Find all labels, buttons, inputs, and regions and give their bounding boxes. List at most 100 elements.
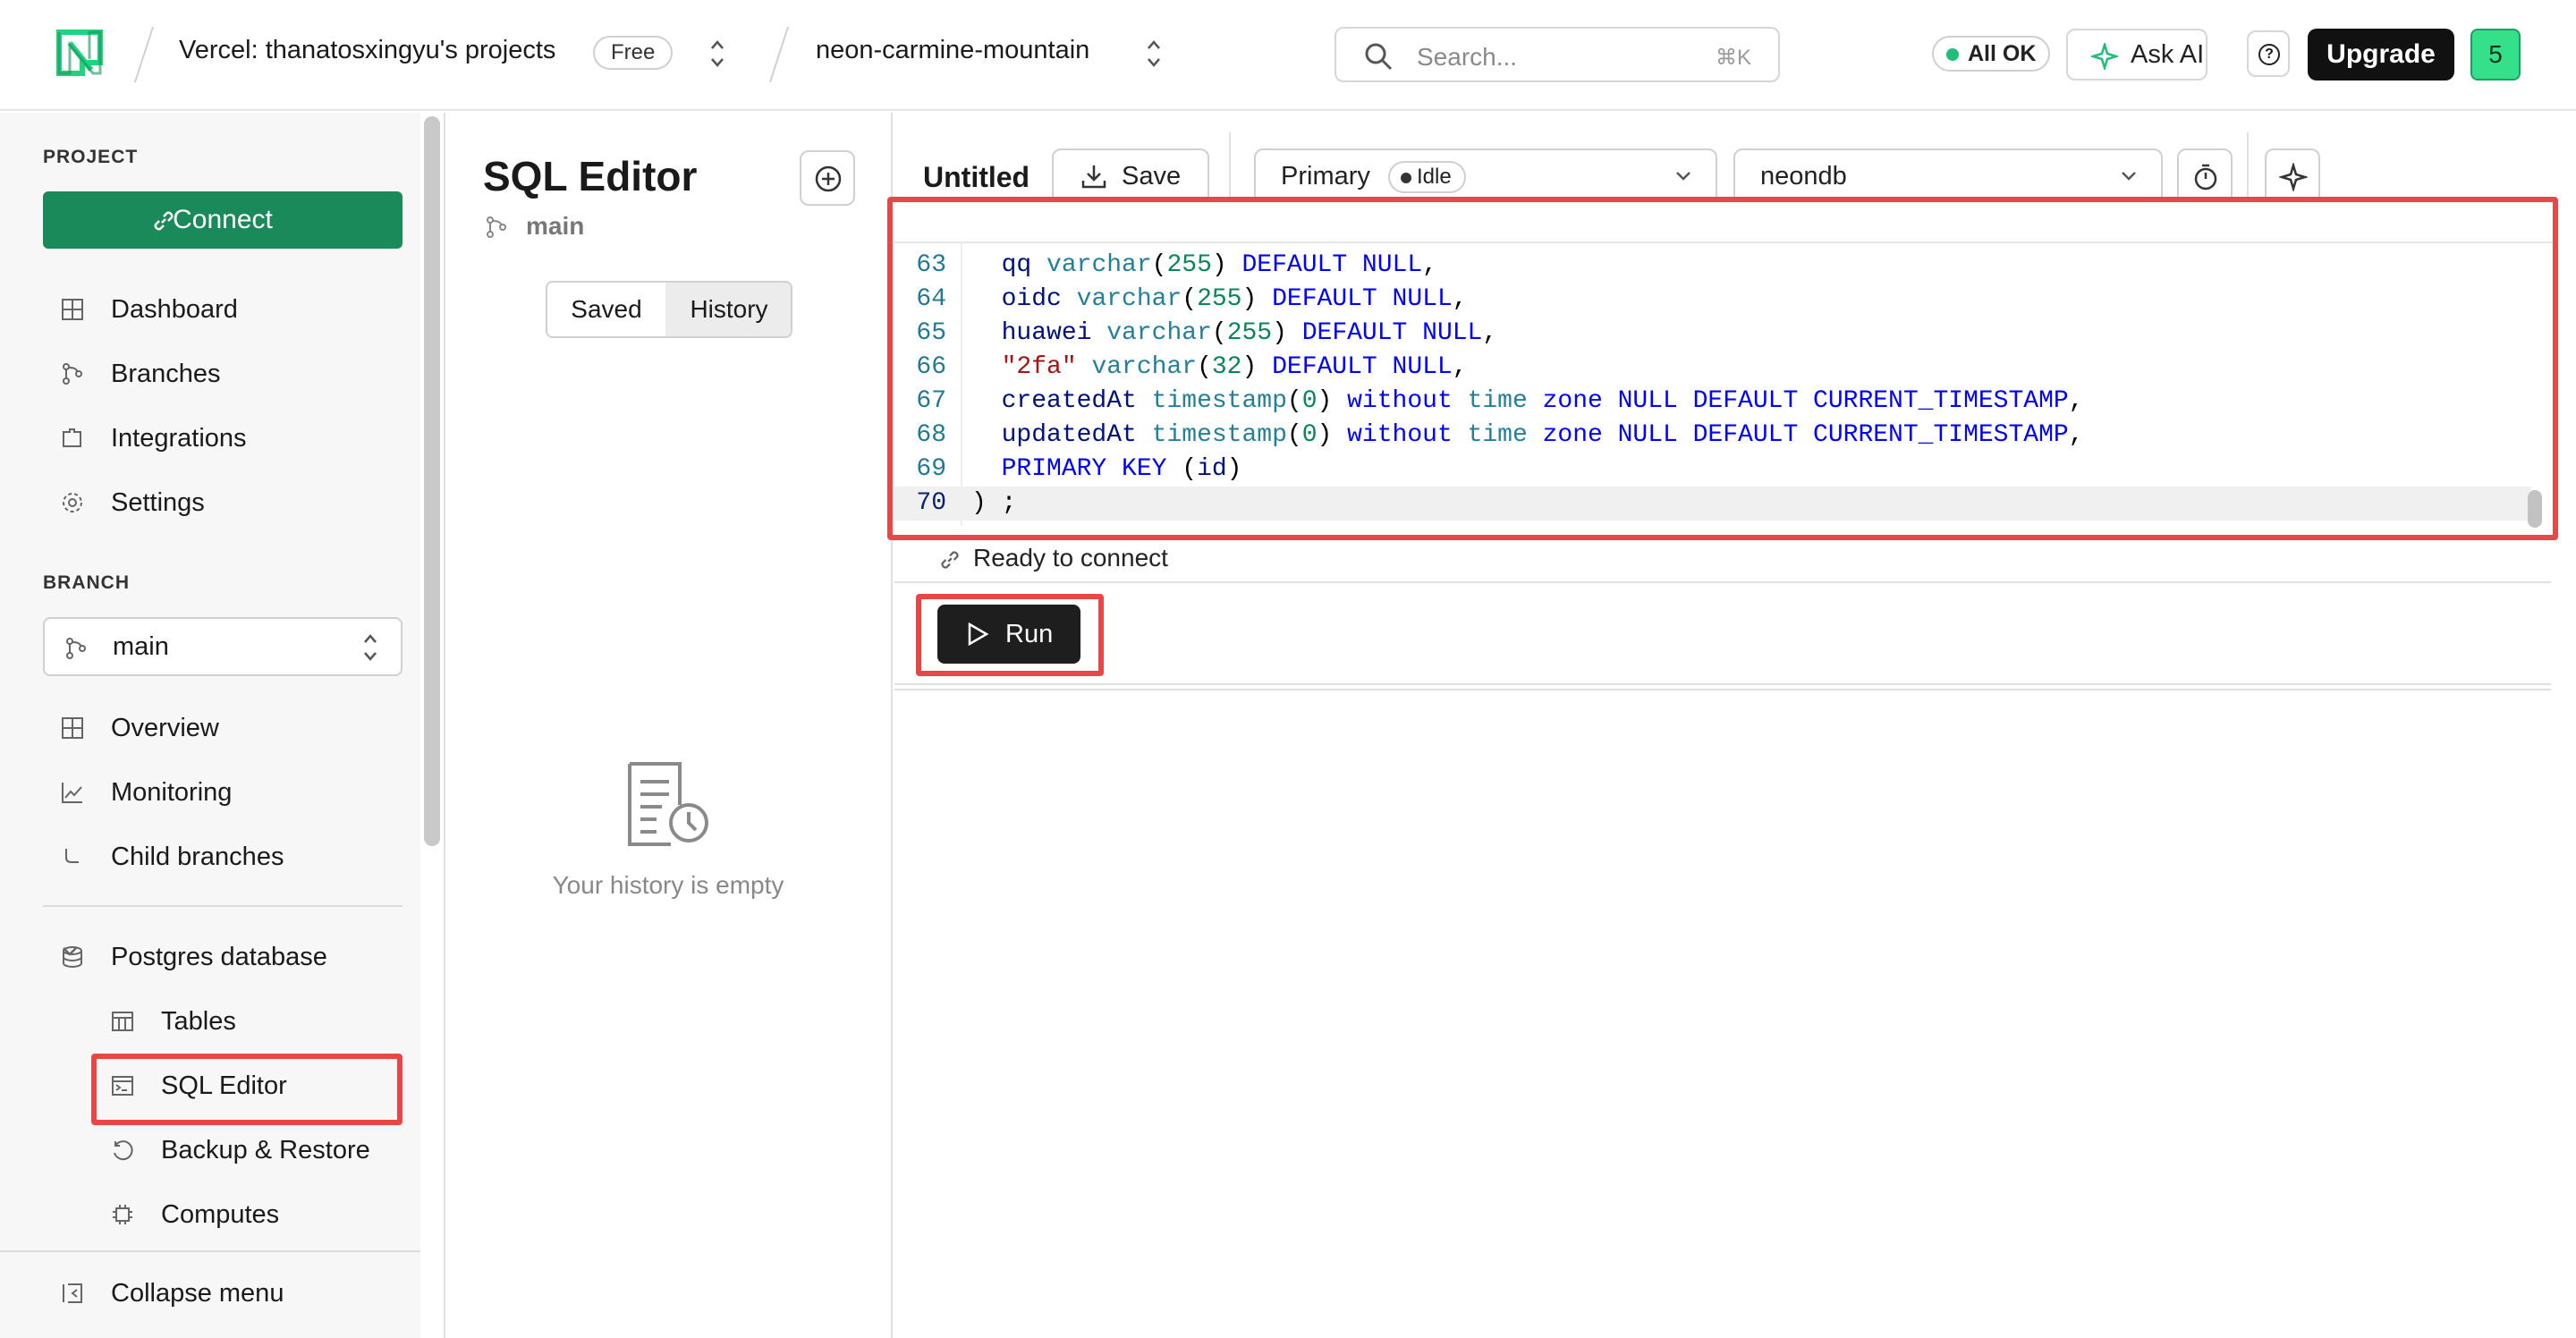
- save-button[interactable]: Save: [1052, 148, 1209, 204]
- chevron-down-icon: [1676, 172, 1690, 181]
- ask-ai-button[interactable]: Ask AI: [2066, 29, 2207, 80]
- connect-label: Connect: [173, 205, 273, 234]
- neon-logo-icon[interactable]: [55, 29, 104, 77]
- database-select[interactable]: neondb: [1733, 148, 2163, 204]
- branches-icon: [63, 363, 82, 385]
- sidebar-divider: [43, 905, 402, 907]
- sidebar-item-settings[interactable]: Settings: [43, 476, 402, 529]
- sidebar-item-label: Backup & Restore: [161, 1136, 370, 1164]
- sidebar-item-label: Branches: [111, 360, 221, 388]
- sidebar-divider: [0, 1250, 420, 1252]
- top-bar: Vercel: thanatosxingyu's projects Free n…: [0, 0, 2576, 111]
- sidebar-item-backup-restore[interactable]: Backup & Restore: [43, 1123, 402, 1177]
- search-shortcut: ⌘K: [1715, 46, 1751, 70]
- sidebar-item-integrations[interactable]: Integrations: [43, 411, 402, 465]
- run-button-highlight: [916, 594, 1104, 676]
- project-section-label: PROJECT: [43, 147, 139, 167]
- editor-divider: [894, 581, 2551, 583]
- project-switcher-icon[interactable]: [1145, 38, 1163, 70]
- sidebar-item-computes[interactable]: Computes: [43, 1188, 402, 1241]
- collapse-icon: [63, 1283, 82, 1303]
- branch-icon: [487, 216, 506, 238]
- sidebar-item-branches[interactable]: Branches: [43, 347, 402, 401]
- gear-icon: [63, 493, 82, 512]
- upgrade-button[interactable]: Upgrade: [2308, 29, 2454, 80]
- status-badge[interactable]: All OK: [1932, 36, 2051, 72]
- timer-icon: [2194, 164, 2217, 191]
- query-tab-title[interactable]: Untitled: [923, 161, 1030, 194]
- results-divider: [894, 683, 2551, 685]
- saved-history-toggle: Saved History: [546, 281, 792, 338]
- sidebar-item-label: Child branches: [111, 843, 284, 871]
- integrations-icon: [63, 428, 81, 447]
- sidebar-item-child-branches[interactable]: Child branches: [43, 830, 402, 884]
- branch-icon: [66, 638, 86, 659]
- sql-editor-highlight: [91, 1054, 402, 1125]
- link-icon: [941, 551, 959, 569]
- collapse-menu-button[interactable]: Collapse menu: [43, 1266, 402, 1320]
- avatar[interactable]: 5: [2470, 29, 2521, 80]
- chevron-updown-icon: [364, 634, 377, 661]
- restore-icon: [114, 1140, 133, 1161]
- tab-history[interactable]: History: [665, 283, 791, 336]
- sidebar-item-label: Integrations: [111, 424, 247, 453]
- monitoring-icon: [62, 783, 82, 803]
- sidebar-scrollbar[interactable]: [424, 116, 440, 846]
- sidebar-item-overview[interactable]: Overview: [43, 701, 402, 755]
- search-icon: [1365, 43, 1393, 71]
- connect-button[interactable]: Connect: [43, 191, 402, 249]
- link-icon: [154, 211, 174, 231]
- sidebar-item-label: Postgres database: [111, 943, 327, 971]
- help-icon: ?: [2258, 44, 2280, 65]
- branch-selector[interactable]: main: [43, 617, 402, 676]
- chevron-down-icon: [2122, 172, 2136, 181]
- plus-circle-icon: [815, 165, 842, 192]
- sidebar-item-label: Dashboard: [111, 295, 238, 324]
- sidebar-item-label: Settings: [111, 488, 205, 517]
- overview-icon: [62, 717, 83, 739]
- org-name[interactable]: Vercel: thanatosxingyu's projects: [179, 36, 555, 65]
- compute-value: Primary: [1281, 162, 1370, 191]
- child-branch-icon: [65, 849, 79, 863]
- sidebar-item-postgres-database[interactable]: Postgres database: [43, 930, 402, 984]
- search-placeholder: Search...: [1417, 43, 1518, 71]
- results-divider: [894, 689, 2551, 690]
- page-title: SQL Editor: [483, 153, 698, 199]
- tab-saved[interactable]: Saved: [547, 283, 665, 336]
- download-icon: [1081, 165, 1106, 189]
- dashboard-icon: [62, 299, 83, 320]
- compute-state-badge: Idle: [1388, 161, 1466, 193]
- sidebar-item-dashboard[interactable]: Dashboard: [43, 283, 402, 336]
- plan-badge: Free: [593, 36, 674, 70]
- org-switcher-icon[interactable]: [708, 38, 726, 70]
- save-label: Save: [1122, 162, 1182, 191]
- sidebar-item-label: Tables: [161, 1007, 236, 1036]
- breadcrumb-separator: [768, 27, 790, 82]
- search-input[interactable]: Search... ⌘K: [1335, 27, 1780, 82]
- current-branch: main: [485, 212, 584, 241]
- database-value: neondb: [1760, 162, 1847, 191]
- current-branch-label: main: [526, 212, 585, 240]
- project-name[interactable]: neon-carmine-mountain: [816, 36, 1089, 65]
- sidebar-item-label: Monitoring: [111, 778, 233, 807]
- empty-history-text: Your history is empty: [552, 871, 784, 899]
- sidebar-item-tables[interactable]: Tables: [43, 995, 402, 1048]
- help-button[interactable]: ?: [2247, 30, 2290, 77]
- table-icon: [112, 1012, 133, 1031]
- branch-value: main: [113, 632, 169, 661]
- breadcrumb-separator: [133, 27, 155, 82]
- sidebar-item-monitoring[interactable]: Monitoring: [43, 766, 402, 819]
- timer-button[interactable]: [2177, 148, 2233, 204]
- sparkle-icon: [2091, 43, 2118, 70]
- compute-select[interactable]: Primary Idle: [1254, 148, 1717, 204]
- branch-section-label: BRANCH: [43, 572, 130, 593]
- sidebar-item-label: Overview: [111, 714, 219, 742]
- chip-icon: [113, 1205, 132, 1224]
- ai-assist-button[interactable]: [2265, 148, 2320, 204]
- sparkle-icon: [2279, 163, 2308, 191]
- chevron-down-icon: [63, 947, 77, 956]
- sidebar-item-label: Computes: [161, 1200, 280, 1229]
- ask-ai-label: Ask AI: [2131, 40, 2205, 69]
- collapse-label: Collapse menu: [111, 1279, 284, 1308]
- new-query-button[interactable]: [800, 150, 855, 206]
